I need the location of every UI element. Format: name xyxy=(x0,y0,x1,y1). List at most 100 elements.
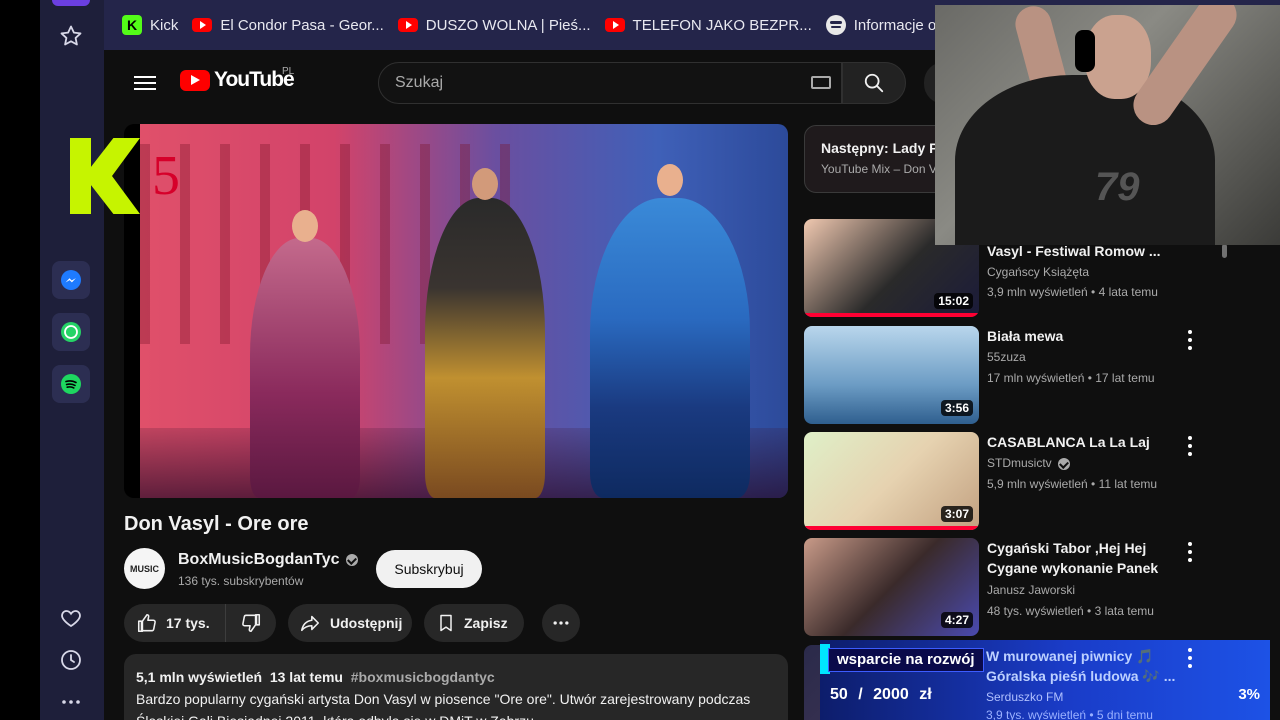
more-vertical-icon[interactable] xyxy=(1186,648,1194,668)
duration-badge: 3:56 xyxy=(940,400,973,416)
search-box xyxy=(378,62,842,104)
youtube-icon xyxy=(604,18,625,32)
channel-name-row[interactable]: STDmusictv xyxy=(987,456,1070,470)
search-input[interactable] xyxy=(395,74,795,92)
video-meta: 5,9 mln wyświetleń • 11 lat temu xyxy=(987,477,1158,491)
more-horizontal-icon xyxy=(553,621,569,625)
browser-edge xyxy=(0,0,40,720)
bookmark-label: El Condor Pasa - Geor... xyxy=(220,16,384,34)
k5-number: 5 xyxy=(152,145,180,207)
list-item[interactable]: 3:56 Biała mewa 55zuza 17 mln wyświetleń… xyxy=(804,326,1216,424)
channel-name[interactable]: STDmusictv xyxy=(987,456,1052,470)
video-title: Don Vasyl - Ore ore xyxy=(124,513,309,535)
like-dislike-group: 17 tys. xyxy=(124,604,276,642)
channel-name[interactable]: 55zuza xyxy=(987,350,1026,364)
spotify-icon[interactable] xyxy=(52,365,90,403)
more-vertical-icon[interactable] xyxy=(1186,436,1194,456)
menu-icon[interactable] xyxy=(134,72,156,92)
video-title[interactable]: Biała mewa xyxy=(987,326,1187,346)
whatsapp-icon[interactable] xyxy=(52,313,90,351)
share-label: Udostępnij xyxy=(330,615,403,631)
video-title[interactable]: W murowanej piwnicy 🎵 Góralska pieśń lud… xyxy=(986,646,1196,686)
bookmark-icon xyxy=(440,614,452,632)
share-button[interactable]: Udostępnij xyxy=(288,604,412,642)
description-box[interactable]: 5,1 mln wyświetleń 13 lat temu #boxmusic… xyxy=(124,654,788,720)
video-meta: 3,9 tys. wyświetleń • 5 dni temu xyxy=(986,708,1153,720)
video-meta: 17 mln wyświetleń • 17 lat temu xyxy=(987,371,1155,385)
dancer xyxy=(250,210,360,498)
duration-badge: 4:27 xyxy=(940,612,973,628)
dislike-button[interactable] xyxy=(226,604,276,642)
country-code: PL xyxy=(282,66,295,77)
video-title[interactable]: Cygański Tabor ,Hej Hej Cygane wykonanie… xyxy=(987,538,1187,578)
heart-icon[interactable] xyxy=(52,599,90,637)
view-count: 5,1 mln wyświetleń xyxy=(136,669,263,685)
donation-goal-overlay: wsparcie na rozwój 50 / 2000 zł W murowa… xyxy=(820,640,1270,720)
youtube-icon xyxy=(192,18,213,32)
dancer xyxy=(425,168,545,498)
channel-name[interactable]: BoxMusicBogdanTyc xyxy=(178,551,340,568)
bookmark-telefon[interactable]: TELEFON JAKO BEZPR... xyxy=(604,16,812,34)
history-icon[interactable] xyxy=(52,641,90,679)
list-item[interactable]: 3:07 CASABLANCA La La Laj STDmusictv 5,9… xyxy=(804,432,1216,530)
more-icon[interactable] xyxy=(52,683,90,720)
description-text: Bardzo popularny cygański artysta Don Va… xyxy=(136,691,751,720)
video-thumbnail[interactable]: 3:07 xyxy=(804,432,979,530)
screen: K Kick El Condor Pasa - Geor... DUSZO WO… xyxy=(0,0,1280,720)
kick-icon: K xyxy=(122,15,142,35)
star-icon[interactable] xyxy=(52,17,90,55)
bookmark-el-condor-pasa[interactable]: El Condor Pasa - Geor... xyxy=(192,16,384,34)
save-button[interactable]: Zapisz xyxy=(424,604,524,642)
save-label: Zapisz xyxy=(464,615,508,631)
more-vertical-icon[interactable] xyxy=(1186,330,1194,350)
share-icon xyxy=(300,615,320,632)
search-button[interactable] xyxy=(842,62,906,104)
messenger-icon[interactable] xyxy=(52,261,90,299)
donation-label: wsparcie na rozwój xyxy=(828,648,984,672)
video-meta: 3,9 mln wyświetleń • 4 lata temu xyxy=(987,285,1158,299)
bookmark-label: TELEFON JAKO BEZPR... xyxy=(632,16,812,34)
duration-badge: 15:02 xyxy=(934,293,973,309)
headset xyxy=(1075,30,1095,72)
bookmark-label: DUSZO WOLNA | Pieś... xyxy=(425,16,591,34)
subscriber-count: 136 tys. subskrybentów xyxy=(178,574,304,588)
k5-logo: 5 xyxy=(70,138,190,214)
thumbs-down-icon xyxy=(242,613,261,633)
browser-menu-button[interactable] xyxy=(52,0,90,6)
video-thumbnail[interactable]: 3:56 xyxy=(804,326,979,424)
duration-badge: 3:07 xyxy=(940,506,973,522)
hashtag-link[interactable]: #boxmusicbogdantyc xyxy=(351,669,495,685)
more-vertical-icon[interactable] xyxy=(1186,542,1194,562)
channel-name[interactable]: Cygańscy Książęta xyxy=(987,265,1089,279)
channel-avatar[interactable]: MUSIC xyxy=(124,548,165,589)
channel-name[interactable]: Janusz Jaworski xyxy=(987,583,1075,597)
webcam-overlay: 79 xyxy=(935,5,1280,245)
search-icon xyxy=(864,73,884,93)
bookmark-label: Kick xyxy=(150,16,179,34)
scrollbar-thumb[interactable] xyxy=(1222,244,1227,258)
channel-name[interactable]: Serduszko FM xyxy=(986,690,1063,704)
donation-percent: 3% xyxy=(1238,686,1260,703)
like-count: 17 tys. xyxy=(166,615,210,631)
video-player[interactable] xyxy=(124,124,788,498)
dancer xyxy=(590,164,750,498)
verified-icon xyxy=(345,553,358,566)
video-title[interactable]: CASABLANCA La La Laj xyxy=(987,432,1187,452)
thumbs-up-icon xyxy=(137,613,156,633)
spotify-icon xyxy=(825,15,846,35)
verified-icon xyxy=(1057,457,1070,470)
more-actions-button[interactable] xyxy=(542,604,580,642)
upload-age: 13 lat temu xyxy=(269,669,343,685)
video-meta: 48 tys. wyświetleń • 3 lata temu xyxy=(987,604,1154,618)
bookmark-duszo-wolna[interactable]: DUSZO WOLNA | Pieś... xyxy=(397,16,591,34)
youtube-logo[interactable]: YouTube xyxy=(180,68,295,92)
description-meta: 5,1 mln wyświetleń 13 lat temu #boxmusic… xyxy=(136,666,776,688)
channel-name-row[interactable]: BoxMusicBogdanTyc xyxy=(178,551,358,569)
like-button[interactable]: 17 tys. xyxy=(124,604,226,642)
bookmark-kick[interactable]: K Kick xyxy=(122,15,178,35)
keyboard-icon[interactable] xyxy=(811,76,831,89)
youtube-play-icon xyxy=(180,69,210,91)
list-item[interactable]: 4:27 Cygański Tabor ,Hej Hej Cygane wyko… xyxy=(804,538,1216,636)
video-thumbnail[interactable]: 4:27 xyxy=(804,538,979,636)
subscribe-button[interactable]: Subskrybuj xyxy=(376,550,482,588)
